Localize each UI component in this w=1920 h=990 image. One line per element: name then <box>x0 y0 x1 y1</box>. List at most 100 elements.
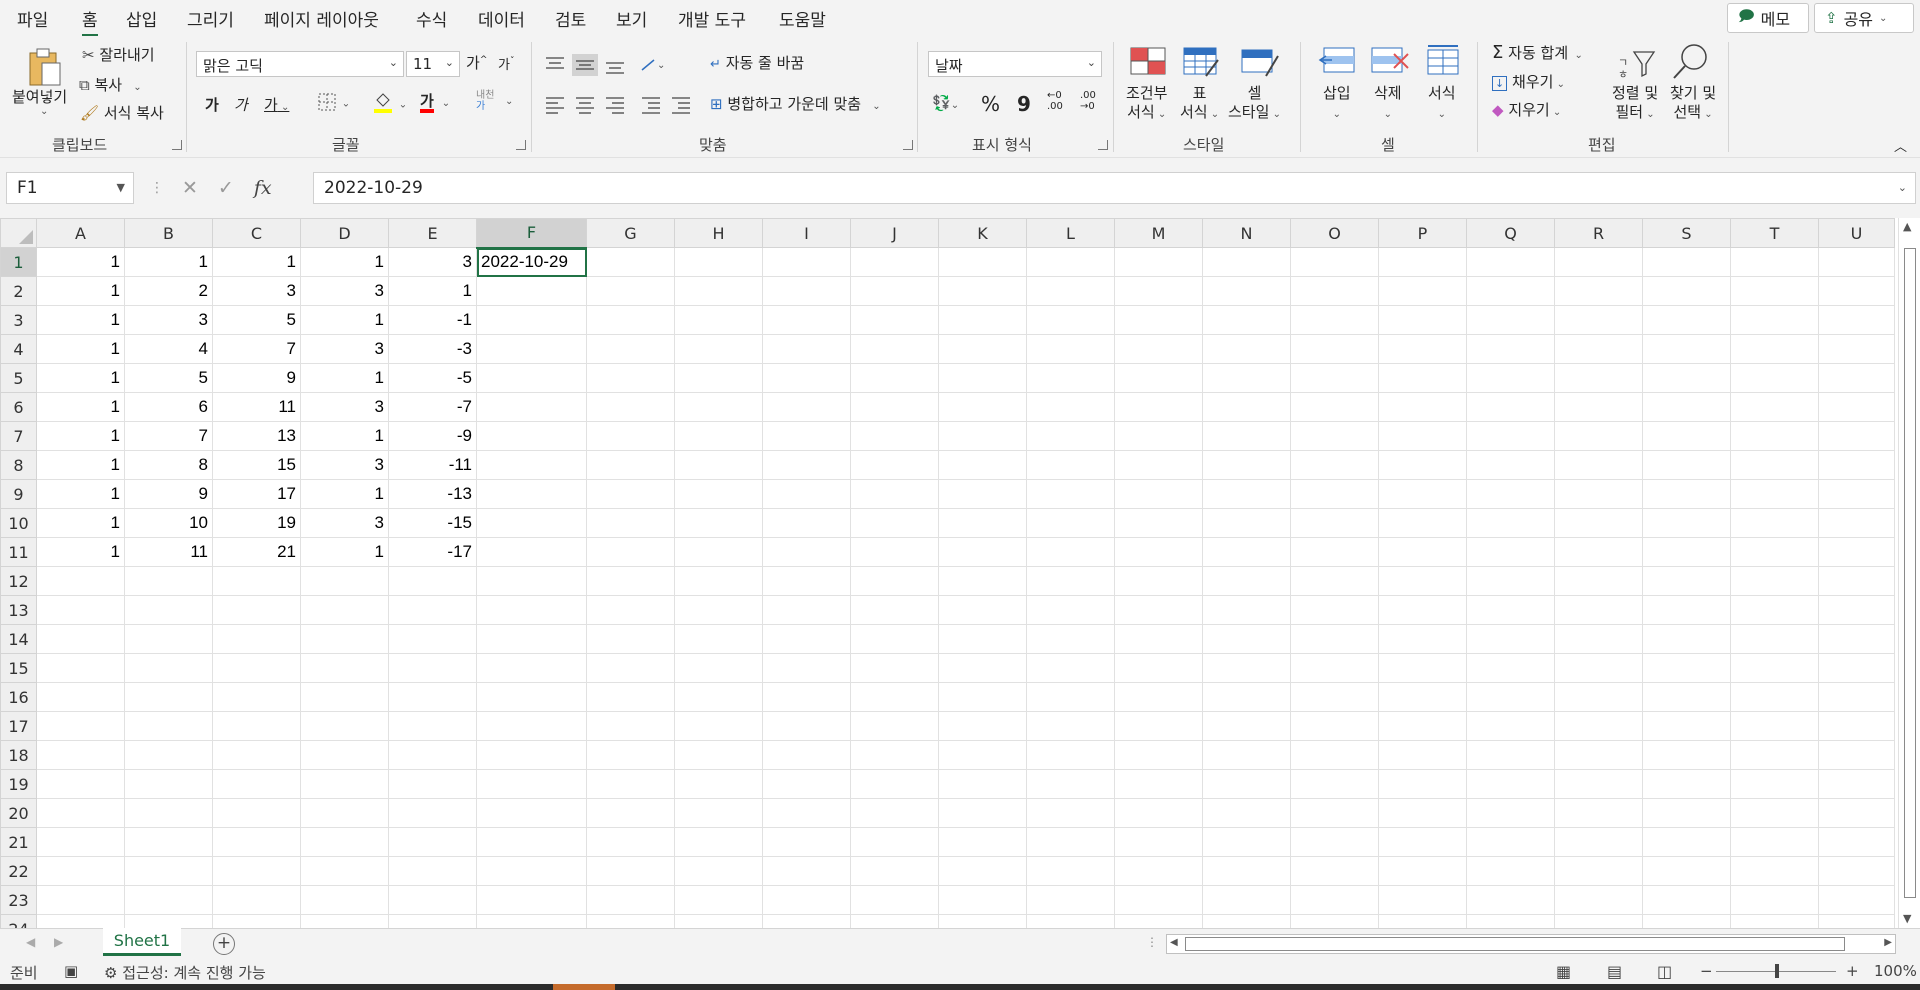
merge-center-button[interactable]: ⊞ 병합하고 가운데 맞춤 ⌄ <box>710 93 881 114</box>
cell[interactable] <box>1202 392 1291 422</box>
cell[interactable] <box>938 508 1027 538</box>
cell[interactable] <box>212 798 301 828</box>
cell-table[interactable]: A B C D E F G H I J K L M N O P Q R S T U 1 1 1 1 1 3 2022-10-29 2 1 2… <box>0 218 1895 944</box>
cell[interactable] <box>1730 711 1819 741</box>
cell[interactable] <box>476 856 587 886</box>
formula-input[interactable]: 2022-10-29 ⌄ <box>313 172 1916 204</box>
cell[interactable] <box>1466 537 1555 567</box>
cell[interactable] <box>586 305 675 335</box>
cell[interactable] <box>938 392 1027 422</box>
cell[interactable] <box>476 653 587 683</box>
cell[interactable] <box>124 885 213 915</box>
cell[interactable] <box>1202 624 1291 654</box>
cell[interactable] <box>36 566 125 596</box>
grow-font-button[interactable]: 가^ <box>466 52 487 73</box>
cell[interactable] <box>1554 856 1643 886</box>
cell[interactable] <box>1642 334 1731 364</box>
format-cells-button[interactable]: 서식 ⌄ <box>1428 84 1456 124</box>
cell[interactable] <box>586 537 675 567</box>
cell[interactable] <box>762 276 851 306</box>
cell[interactable] <box>1290 479 1379 509</box>
cell[interactable] <box>1642 595 1731 625</box>
cell[interactable] <box>1554 508 1643 538</box>
cell[interactable] <box>1730 885 1819 915</box>
cell[interactable] <box>674 711 763 741</box>
cell[interactable] <box>36 769 125 799</box>
cell[interactable] <box>1554 305 1643 335</box>
enter-icon[interactable]: ✓ <box>218 177 234 199</box>
conditional-format-button[interactable]: 조건부 서식 ⌄ <box>1126 84 1167 124</box>
cell[interactable] <box>124 653 213 683</box>
cell[interactable] <box>1114 827 1203 857</box>
cell[interactable] <box>36 885 125 915</box>
cell[interactable] <box>1466 769 1555 799</box>
horizontal-scrollbar[interactable]: ◀ ▶ <box>1166 934 1896 954</box>
cell[interactable] <box>1290 566 1379 596</box>
cell[interactable] <box>674 421 763 451</box>
cell[interactable] <box>586 595 675 625</box>
borders-button[interactable]: ⌄ <box>317 92 350 112</box>
cell[interactable]: 4 <box>124 334 213 364</box>
cell[interactable] <box>212 856 301 886</box>
cell[interactable] <box>850 363 939 393</box>
cell[interactable] <box>1378 740 1467 770</box>
cell[interactable] <box>476 624 587 654</box>
cell[interactable]: 3 <box>124 305 213 335</box>
column-header[interactable]: O <box>1290 218 1379 248</box>
cell[interactable] <box>388 653 477 683</box>
cell[interactable] <box>1202 885 1291 915</box>
cell[interactable]: 5 <box>124 363 213 393</box>
cell[interactable] <box>586 392 675 422</box>
cell[interactable]: 3 <box>300 276 389 306</box>
cell[interactable] <box>1114 769 1203 799</box>
cell[interactable] <box>850 276 939 306</box>
menu-tab[interactable]: 도움말 <box>779 6 826 31</box>
cell[interactable] <box>124 769 213 799</box>
cell[interactable] <box>674 450 763 480</box>
italic-button[interactable]: 가 <box>234 94 248 115</box>
cell[interactable] <box>1554 624 1643 654</box>
cell[interactable]: -7 <box>388 392 477 422</box>
cell[interactable] <box>1730 479 1819 509</box>
paste-button[interactable] <box>22 46 66 90</box>
cell[interactable] <box>1114 856 1203 886</box>
row-header[interactable]: 10 <box>0 508 37 538</box>
shrink-font-button[interactable]: 가ˇ <box>498 54 514 73</box>
row-header[interactable]: 16 <box>0 682 37 712</box>
cell[interactable] <box>850 450 939 480</box>
cell[interactable] <box>850 827 939 857</box>
chevron-down-icon[interactable]: ⌄ <box>505 96 513 107</box>
cell[interactable] <box>1202 450 1291 480</box>
cell[interactable] <box>36 653 125 683</box>
cell[interactable] <box>1554 537 1643 567</box>
cell[interactable] <box>388 624 477 654</box>
cell[interactable] <box>762 566 851 596</box>
cell[interactable] <box>1378 392 1467 422</box>
cell[interactable] <box>476 711 587 741</box>
cell[interactable] <box>762 508 851 538</box>
cell[interactable] <box>762 827 851 857</box>
cell[interactable] <box>674 537 763 567</box>
cell[interactable] <box>850 711 939 741</box>
cell[interactable] <box>938 566 1027 596</box>
cell[interactable] <box>1202 711 1291 741</box>
cell[interactable] <box>1202 566 1291 596</box>
cell[interactable] <box>124 595 213 625</box>
cell[interactable] <box>1378 798 1467 828</box>
cell[interactable] <box>762 595 851 625</box>
cell[interactable] <box>1290 711 1379 741</box>
cell[interactable] <box>674 624 763 654</box>
cell[interactable] <box>1554 334 1643 364</box>
cell[interactable] <box>762 305 851 335</box>
cell[interactable] <box>1026 363 1115 393</box>
column-header[interactable]: G <box>586 218 675 248</box>
cell[interactable] <box>762 334 851 364</box>
menu-tab[interactable]: 삽입 <box>126 6 157 31</box>
row-header[interactable]: 23 <box>0 885 37 915</box>
cell[interactable] <box>1378 682 1467 712</box>
cell[interactable] <box>1818 363 1895 393</box>
cell[interactable] <box>1114 711 1203 741</box>
cell[interactable]: 1 <box>36 276 125 306</box>
cell[interactable] <box>1290 624 1379 654</box>
cell[interactable] <box>850 595 939 625</box>
